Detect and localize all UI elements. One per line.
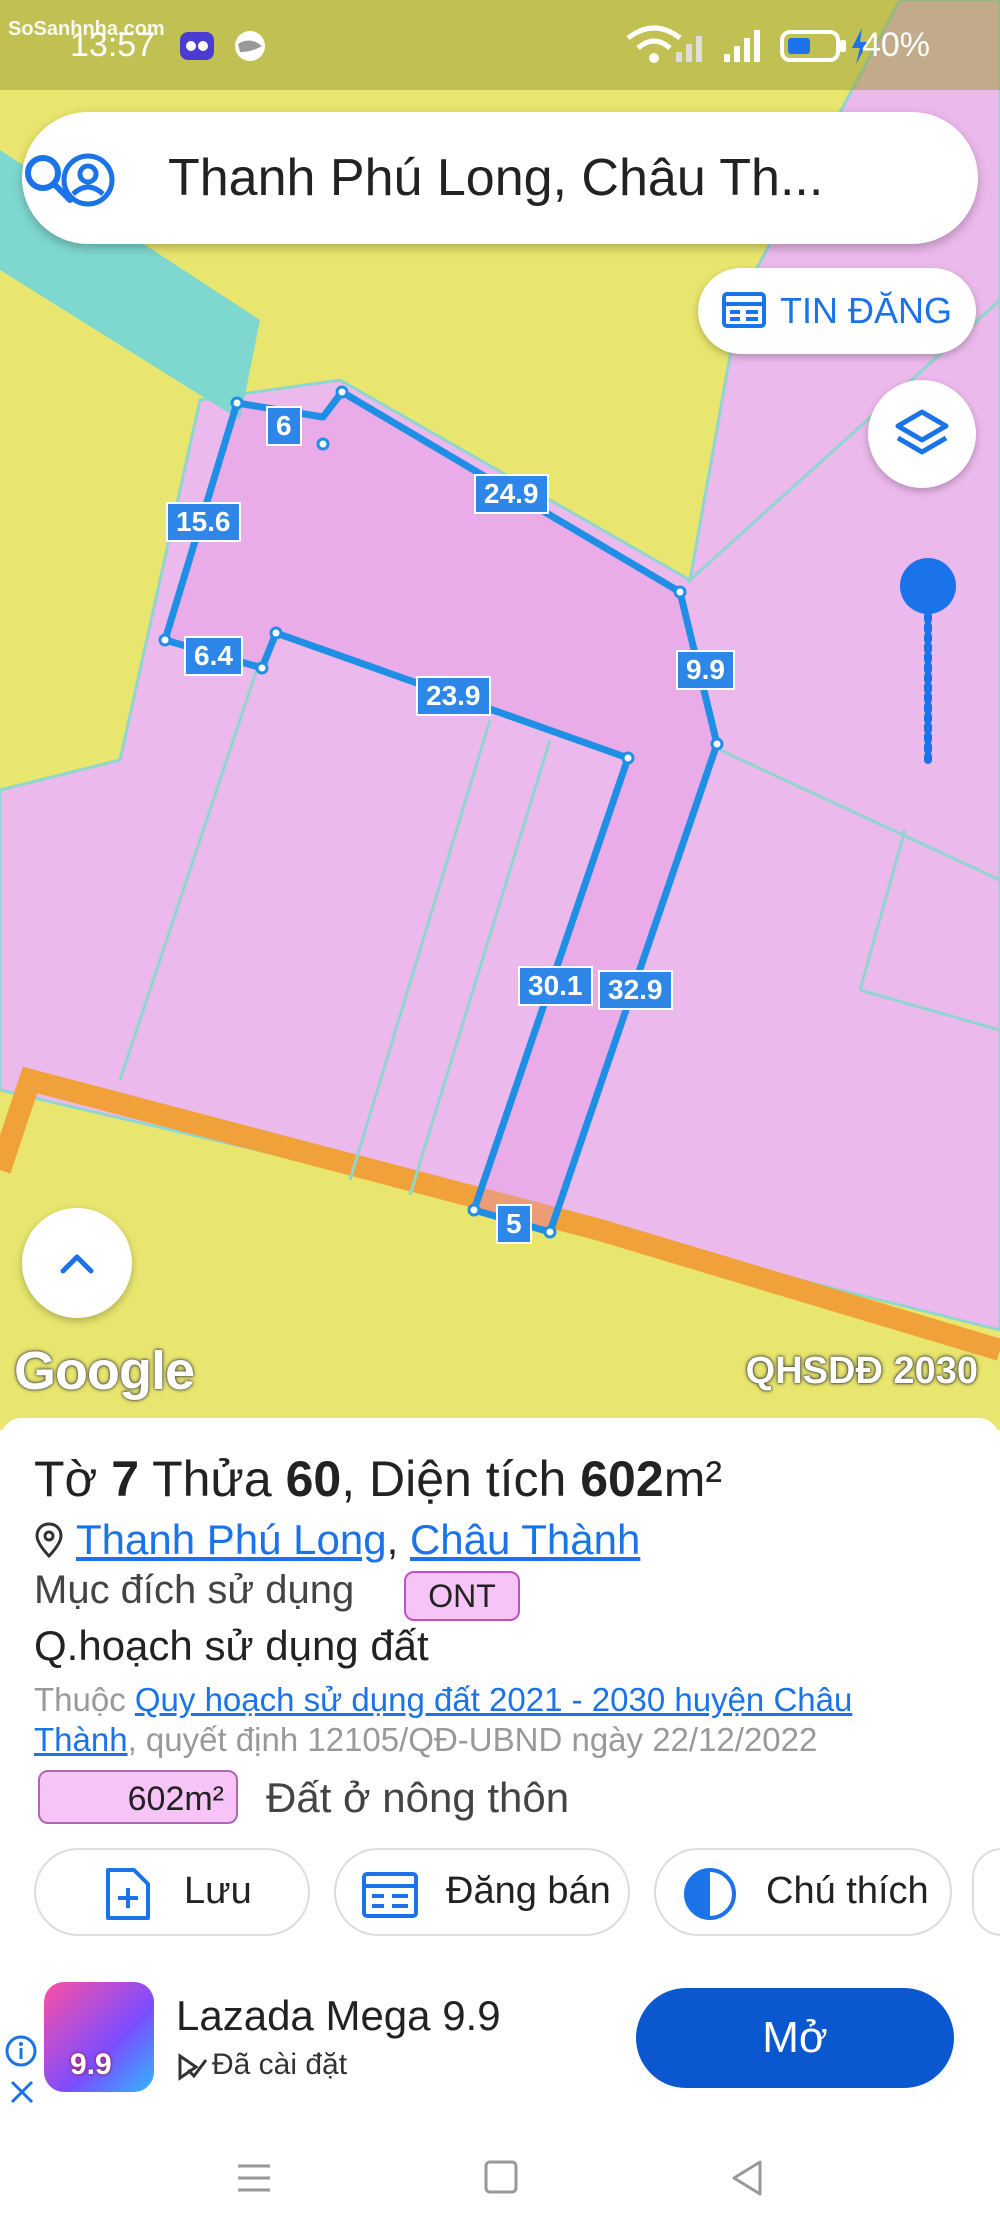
land-type-text: Đất ở nông thôn	[266, 1774, 570, 1821]
app-icon-badge: 9.9	[70, 2048, 112, 2081]
edge-label: 23.9	[416, 676, 491, 716]
ad-open-button[interactable]: Mở	[636, 1988, 954, 2088]
listings-label: TIN ĐĂNG	[780, 290, 953, 331]
file-add-icon	[106, 1868, 150, 1920]
opacity-slider[interactable]	[898, 556, 958, 766]
ad-app-name: Lazada Mega 9.9	[176, 1992, 501, 2039]
google-logo: Google	[14, 1341, 195, 1401]
layers-icon	[895, 409, 949, 455]
post-listing-button[interactable]: Đăng bán	[334, 1848, 630, 1936]
edge-label: 6	[266, 406, 302, 446]
area-value: 602	[580, 1451, 664, 1507]
location-row: Thanh Phú Long, Châu Thành	[34, 1516, 640, 1564]
sheet-label: Tờ	[34, 1451, 98, 1507]
search-bar[interactable]: Thanh Phú Long, Châu Th...	[22, 112, 978, 244]
belongs-label: Thuộc	[34, 1681, 126, 1718]
plot-label: Thửa	[152, 1451, 272, 1507]
globe-icon	[235, 31, 265, 61]
ad-installed-text: Đã cài đặt	[212, 2048, 348, 2081]
edge-label: 30.1	[518, 966, 593, 1006]
search-icon[interactable]	[22, 152, 74, 204]
land-use-code-badge: ONT	[404, 1571, 520, 1621]
post-listing-label: Đăng bán	[446, 1870, 611, 1912]
location-pin-icon	[35, 1522, 63, 1559]
land-use-label: Mục đích sử dụng	[34, 1568, 355, 1612]
layers-button[interactable]	[868, 380, 976, 488]
district-link[interactable]: Châu Thành	[410, 1516, 640, 1563]
slider-track[interactable]	[898, 556, 958, 766]
expand-panel-button[interactable]	[22, 1208, 132, 1318]
listing-icon	[722, 292, 766, 328]
edge-label: 9.9	[676, 650, 735, 690]
signal-icon	[724, 30, 760, 62]
info-icon[interactable]	[4, 2034, 38, 2068]
area-label: , Diện tích	[341, 1451, 567, 1507]
planning-description: Thuộc Quy hoạch sử dụng đất 2021 - 2030 …	[34, 1680, 934, 1760]
parcel-title: Tờ 7 Thửa 60, Diện tích 602m²	[34, 1450, 722, 1508]
system-nav-bar	[0, 2118, 1000, 2238]
map-view[interactable]: 6 24.9 15.6 9.9 6.4 23.9 30.1 32.9 5 SoS…	[0, 0, 1000, 1430]
chevron-up-icon	[60, 1254, 94, 1274]
zone-area-badge: 602m²	[38, 1770, 238, 1824]
plot-number: 60	[285, 1451, 342, 1507]
planning-title: Q.hoạch sử dụng đất	[34, 1622, 429, 1669]
sheet-number: 7	[111, 1451, 140, 1507]
edge-label: 24.9	[474, 474, 549, 514]
legend-button[interactable]: Chú thích	[654, 1848, 952, 1936]
decision-text: , quyết định 12105/QĐ-UBND ngày 22/12/20…	[127, 1721, 818, 1758]
map-plan-label: QHSDĐ 2030	[745, 1350, 978, 1392]
search-query[interactable]: Thanh Phú Long, Châu Th...	[168, 148, 823, 208]
edge-label: 5	[496, 1204, 532, 1244]
ad-banner[interactable]: 9.9 Lazada Mega 9.9 Đã cài đặt Mở	[0, 1978, 1000, 2118]
home-icon[interactable]	[482, 2158, 522, 2198]
installed-check-icon	[178, 2053, 208, 2081]
status-time: 13:57	[70, 26, 156, 64]
edge-label: 15.6	[166, 502, 241, 542]
status-bar: SoSanhnha.com 13:57 40%	[0, 0, 1000, 90]
battery-percent: 40%	[861, 26, 930, 64]
save-button[interactable]: Lưu	[34, 1848, 310, 1936]
listings-button[interactable]: TIN ĐĂNG	[698, 268, 976, 354]
ward-link[interactable]: Thanh Phú Long	[76, 1516, 387, 1563]
more-actions-button[interactable]	[972, 1848, 1000, 1936]
legend-label: Chú thích	[766, 1870, 929, 1912]
close-icon[interactable]	[8, 2078, 36, 2106]
contrast-icon	[684, 1868, 736, 1920]
action-bar: Lưu Đăng bán Chú thích	[0, 1848, 1000, 1948]
battery-icon	[780, 30, 846, 62]
listing-icon	[362, 1872, 418, 1918]
save-label: Lưu	[184, 1870, 252, 1912]
edge-label: 32.9	[598, 970, 673, 1010]
app-icon[interactable]: 9.9	[44, 1982, 154, 2092]
edge-label: 6.4	[184, 636, 243, 676]
app-notification-icon	[180, 32, 214, 60]
menu-icon[interactable]	[234, 2158, 274, 2198]
back-icon[interactable]	[728, 2158, 768, 2198]
area-unit: m²	[663, 1451, 722, 1507]
signal-icon	[676, 36, 702, 62]
parcel-info-panel: Tờ 7 Thửa 60, Diện tích 602m² Thanh Phú …	[0, 1418, 1000, 1978]
